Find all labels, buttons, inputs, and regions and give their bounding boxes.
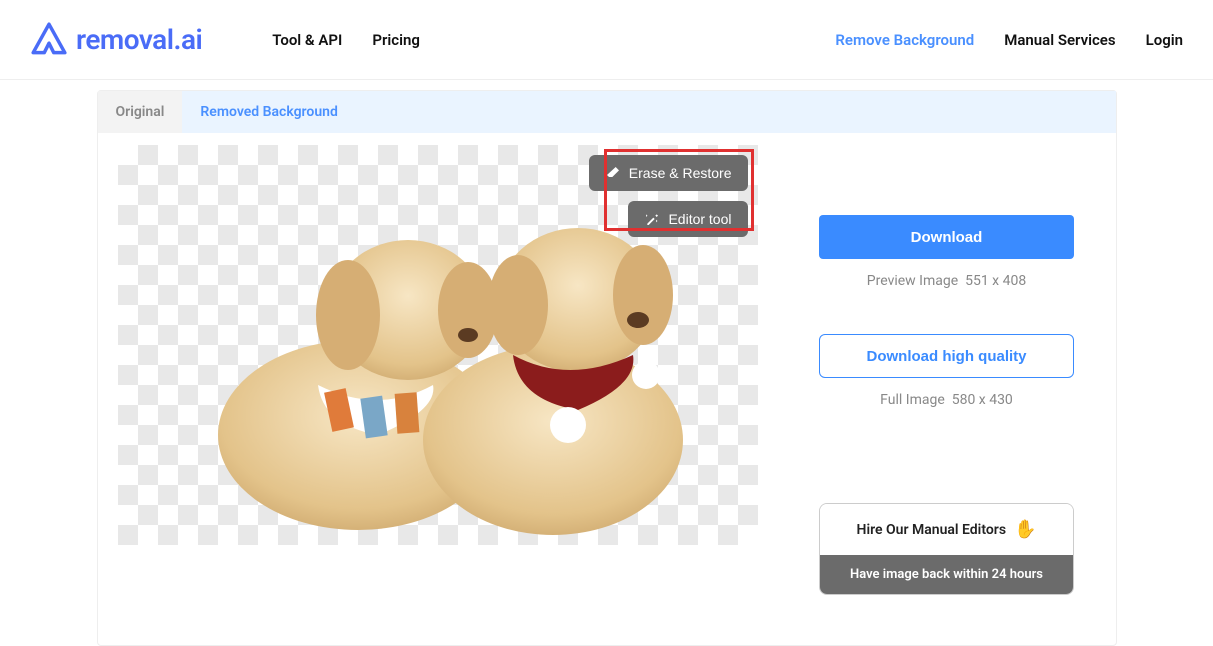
erase-restore-button[interactable]: Erase & Restore <box>589 155 748 191</box>
image-preview-area: Erase & Restore Editor tool <box>118 145 758 625</box>
nav-tool-api[interactable]: Tool & API <box>272 31 342 49</box>
download-button[interactable]: Download <box>819 215 1074 259</box>
tab-original[interactable]: Original <box>98 91 183 133</box>
nav-left: Tool & API Pricing <box>272 31 420 49</box>
logo-icon <box>30 21 68 59</box>
result-tabs: Original Removed Background <box>98 91 1116 133</box>
erase-restore-label: Erase & Restore <box>629 165 732 181</box>
editor-tool-button[interactable]: Editor tool <box>628 201 747 237</box>
download-sidebar: Download Preview Image 551 x 408 Downloa… <box>798 145 1096 625</box>
header: removal.ai Tool & API Pricing Remove Bac… <box>0 0 1213 80</box>
nav-remove-background[interactable]: Remove Background <box>835 31 974 49</box>
nav-manual-services[interactable]: Manual Services <box>1004 31 1115 49</box>
nav-right: Remove Background Manual Services Login <box>835 31 1183 49</box>
nav-login[interactable]: Login <box>1146 31 1183 49</box>
tab-removed-background[interactable]: Removed Background <box>182 91 355 133</box>
hire-editors-subtitle: Have image back within 24 hours <box>820 555 1073 594</box>
hire-editors-title: Hire Our Manual Editors <box>857 522 1006 538</box>
full-dimensions: Full Image 580 x 430 <box>798 392 1096 408</box>
download-hq-button[interactable]: Download high quality <box>819 334 1074 378</box>
result-panel: Original Removed Background <box>97 90 1117 646</box>
hand-icon: ✋ <box>1014 519 1036 540</box>
nav-pricing[interactable]: Pricing <box>372 31 420 49</box>
eraser-icon <box>605 165 621 181</box>
editor-tool-label: Editor tool <box>668 211 731 227</box>
result-content: Erase & Restore Editor tool Download Pre… <box>98 133 1116 625</box>
brand-logo[interactable]: removal.ai <box>30 21 202 59</box>
overlay-button-group: Erase & Restore Editor tool <box>589 155 748 237</box>
magic-wand-icon <box>644 211 660 227</box>
hire-editors-box[interactable]: Hire Our Manual Editors ✋ Have image bac… <box>819 503 1074 595</box>
preview-dimensions: Preview Image 551 x 408 <box>798 273 1096 289</box>
hire-editors-title-row: Hire Our Manual Editors ✋ <box>820 504 1073 555</box>
brand-text: removal.ai <box>76 23 202 56</box>
